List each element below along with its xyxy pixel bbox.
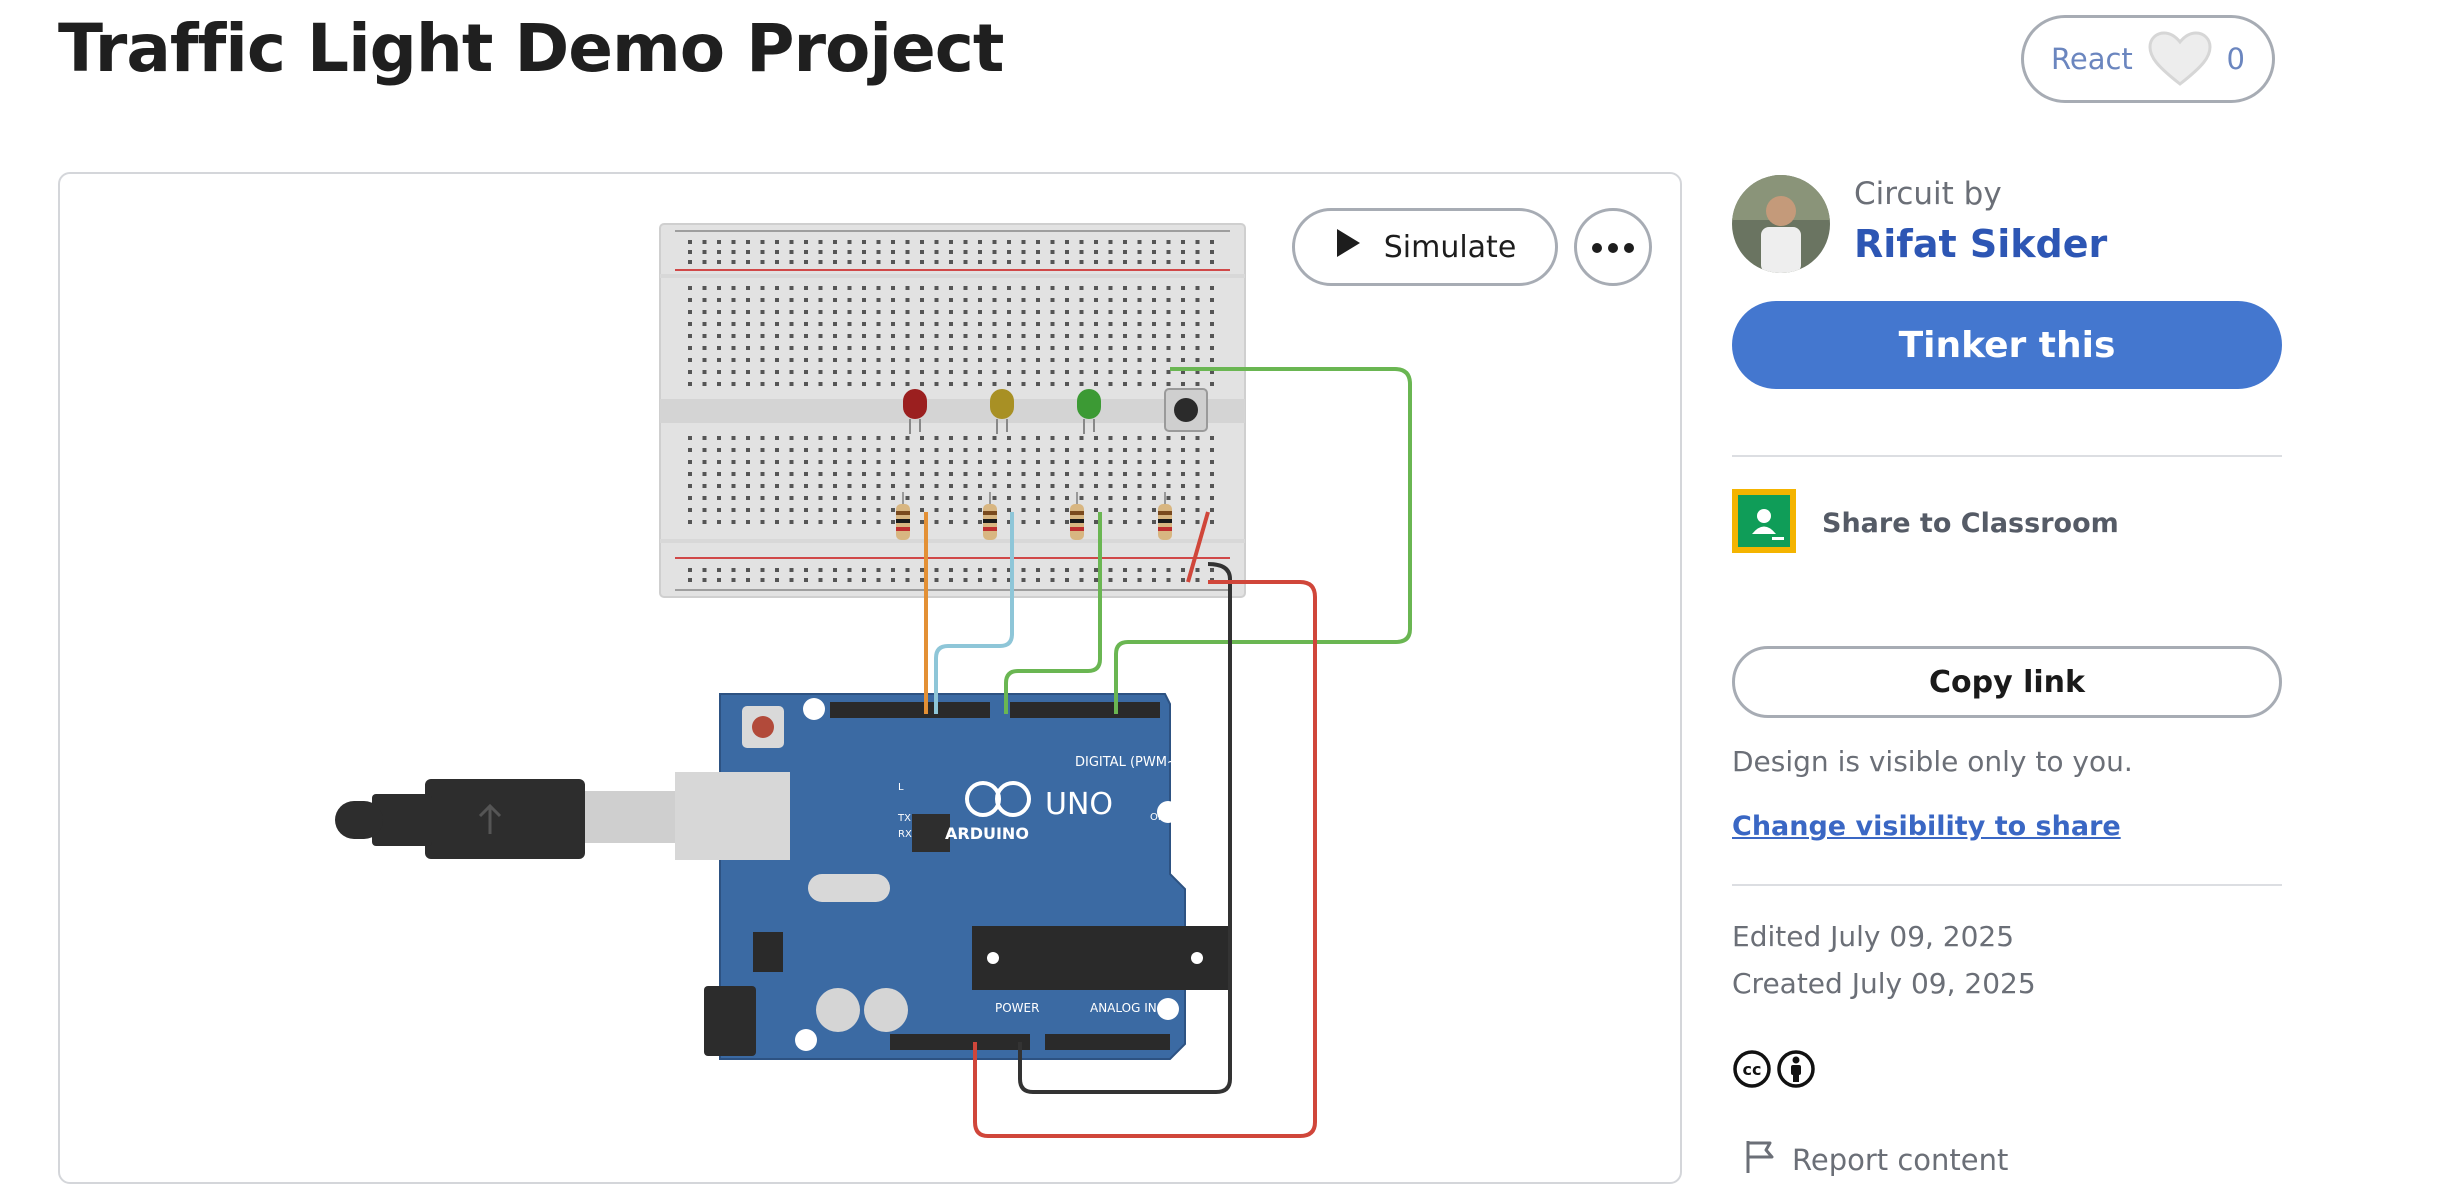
on-label: ON <box>1150 812 1165 823</box>
breadboard <box>659 223 1246 598</box>
play-icon <box>1334 227 1362 267</box>
share-to-classroom-button[interactable]: Share to Classroom <box>1732 489 2119 557</box>
author-avatar[interactable] <box>1732 175 1830 273</box>
react-label: React <box>2051 42 2133 76</box>
created-date: Created July 09, 2025 <box>1732 967 2036 1000</box>
report-content-link[interactable]: Report content <box>1744 1137 2008 1182</box>
brand-label: ARDUINO <box>945 824 1029 843</box>
more-dots-icon <box>1591 238 1635 257</box>
change-visibility-link[interactable]: Change visibility to share <box>1732 811 2121 842</box>
tinker-this-button[interactable]: Tinker this <box>1732 301 2282 389</box>
creative-commons-license[interactable]: cc <box>1732 1049 1816 1093</box>
simulate-label: Simulate <box>1383 229 1517 265</box>
edited-date: Edited July 09, 2025 <box>1732 920 2015 953</box>
copy-link-button[interactable]: Copy link <box>1732 646 2282 718</box>
arduino-board: DIGITAL (PWM~) ARDUINO UNO POWER ANALOG … <box>675 693 1232 1060</box>
rx-label: RX <box>898 829 912 840</box>
react-button[interactable]: React 0 <box>2021 15 2275 103</box>
digital-label: DIGITAL (PWM~) <box>1075 755 1183 770</box>
svg-text:cc: cc <box>1743 1060 1762 1079</box>
l-label: L <box>898 782 904 793</box>
divider <box>1732 884 2282 886</box>
attribution-icon <box>1776 1049 1816 1093</box>
circuit-by-label: Circuit by <box>1854 176 2002 212</box>
usb-cable <box>335 779 675 859</box>
google-classroom-icon <box>1732 489 1796 557</box>
page-title: Traffic Light Demo Project <box>58 10 1004 87</box>
more-options-button[interactable] <box>1574 208 1652 286</box>
model-label: UNO <box>1045 787 1113 822</box>
divider <box>1732 455 2282 457</box>
report-content-label: Report content <box>1792 1142 2009 1177</box>
react-count: 0 <box>2226 42 2245 76</box>
pushbutton <box>1164 388 1208 432</box>
visibility-note: Design is visible only to you. <box>1732 745 2133 778</box>
cc-icon: cc <box>1732 1049 1772 1093</box>
circuit-canvas[interactable]: DIGITAL (PWM~) ARDUINO UNO POWER ANALOG … <box>58 172 1682 1184</box>
tx-label: TX <box>897 813 911 824</box>
simulate-button[interactable]: Simulate <box>1292 208 1558 286</box>
analog-label: ANALOG IN <box>1090 1001 1157 1015</box>
heart-icon <box>2147 29 2213 89</box>
power-label: POWER <box>995 1001 1039 1015</box>
flag-icon <box>1744 1137 1778 1182</box>
share-to-classroom-label: Share to Classroom <box>1822 507 2119 539</box>
author-name-link[interactable]: Rifat Sikder <box>1854 222 2107 266</box>
